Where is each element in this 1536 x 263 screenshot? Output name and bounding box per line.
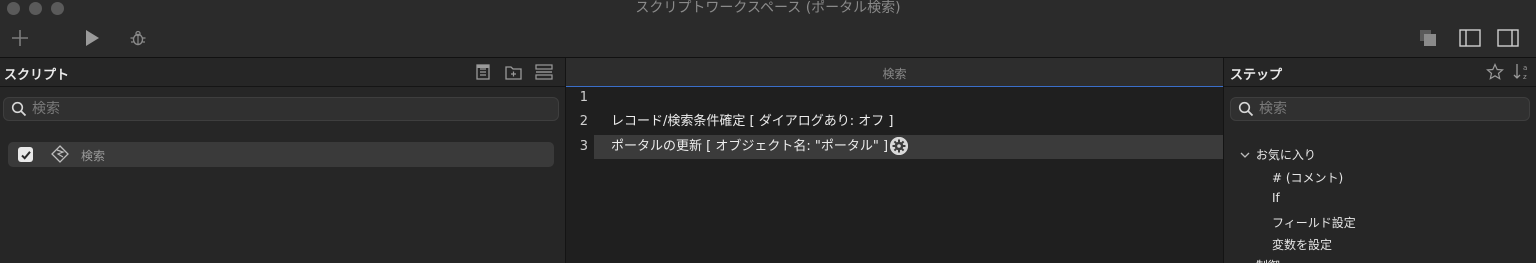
plus-icon[interactable] [9,27,31,49]
editor-tab[interactable]: 検索 [566,58,1223,87]
steps-panel-title: ステップ [1230,68,1283,83]
script-step-line[interactable] [594,86,1223,110]
script-icon [51,145,69,167]
separator-icon[interactable] [535,64,553,84]
scripts-search-field[interactable] [3,97,559,121]
line-number: 3 [579,139,588,154]
steps-category-label: 制御 [1256,259,1280,263]
new-script-icon[interactable] [475,64,491,84]
line-number: 1 [579,90,588,105]
editor-tab-title: 検索 [882,67,907,81]
steps-category-favorites[interactable]: お気に入り [1240,146,1316,163]
chevron-down-icon [1240,148,1252,162]
script-editor: 検索 1 2 レコード/検索条件確定 [ ダイアログあり: オフ ] 3 ポータ… [566,58,1223,263]
steps-search-field[interactable] [1230,97,1530,121]
steps-category-label: お気に入り [1255,148,1316,162]
new-folder-icon[interactable] [505,64,522,84]
step-item[interactable]: # (コメント) [1272,169,1343,186]
line-number: 2 [579,114,588,129]
scripts-panel-header: スクリプト [0,58,565,87]
scripts-search-input[interactable] [32,100,552,118]
script-step-line-selected[interactable]: ポータルの更新 [ オブジェクト名: "ポータル" ] [594,135,1223,159]
step-item[interactable]: If [1272,191,1280,205]
left-sidebar-icon[interactable] [1459,27,1481,49]
sort-icon[interactable]: az [1513,62,1531,86]
steps-search-input[interactable] [1259,100,1523,118]
search-icon [1238,101,1254,117]
bug-icon[interactable] [127,27,149,49]
script-step-line[interactable]: レコード/検索条件確定 [ ダイアログあり: オフ ] [594,110,1223,134]
scripts-panel-title: スクリプト [4,68,70,83]
svg-text:a: a [1523,64,1527,72]
right-sidebar-icon[interactable] [1497,27,1519,49]
copy-icon[interactable] [1417,27,1439,49]
scripts-panel: スクリプト 検索 [0,58,566,263]
chevron-down-icon [1240,259,1252,263]
steps-panel: ステップ az お気に入り # (コメント) If フィールド設定 変数を設定 … [1223,58,1536,263]
star-icon[interactable] [1486,63,1504,85]
script-list-item[interactable]: 検索 [8,142,554,167]
window-title: スクリプトワークスペース (ポータル検索) [635,0,901,16]
play-icon[interactable] [81,27,103,49]
window-toolbar: スクリプトワークスペース (ポータル検索) [0,0,1536,58]
steps-panel-header: ステップ az [1224,58,1536,87]
script-step-text: ポータルの更新 [ オブジェクト名: "ポータル" ] [611,139,889,154]
script-include-checkbox[interactable] [18,147,33,162]
gear-icon[interactable] [890,136,909,155]
steps-category-control[interactable]: 制御 [1240,257,1280,263]
step-item[interactable]: フィールド設定 [1272,214,1356,231]
script-item-label: 検索 [81,149,106,163]
search-icon [11,101,27,117]
step-item[interactable]: 変数を設定 [1272,236,1332,253]
svg-text:z: z [1523,73,1527,81]
